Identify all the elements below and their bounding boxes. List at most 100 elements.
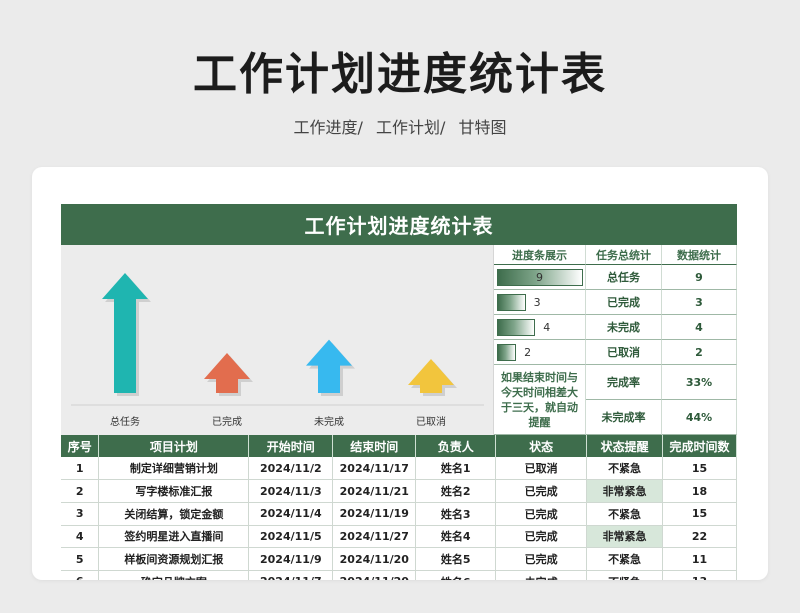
stats-value: 3 [662, 290, 737, 315]
cell-owner[interactable]: 姓名3 [415, 502, 497, 526]
cell-reminder[interactable]: 不紧急 [586, 547, 664, 571]
breadcrumb-item-gantt[interactable]: 甘特图 [458, 118, 506, 137]
cell-status[interactable]: 已完成 [495, 525, 588, 549]
page-title: 工作计划进度统计表 [193, 49, 607, 100]
cell-start-date[interactable]: 2024/11/4 [248, 502, 334, 526]
progress-bar [497, 318, 536, 336]
table-row[interactable]: 6确定品牌方案2024/11/72024/11/20姓名6未完成不紧急13 [61, 570, 737, 580]
column-header[interactable]: 结束时间 [332, 435, 417, 457]
stats-header: 数据统计 [662, 245, 737, 265]
stats-value: 2 [662, 340, 737, 365]
cell-status[interactable]: 已完成 [495, 479, 588, 503]
cell-end-date[interactable]: 2024/11/20 [332, 570, 417, 580]
chart-arrow-bar [204, 353, 250, 393]
cell-project[interactable]: 写字楼标准汇报 [98, 479, 250, 503]
cell-reminder[interactable]: 不紧急 [586, 457, 664, 481]
cell-start-date[interactable]: 2024/11/3 [248, 479, 334, 503]
cell-status[interactable]: 已完成 [495, 502, 588, 526]
stats-label: 已取消 [586, 340, 662, 365]
cell-index[interactable]: 1 [61, 457, 100, 481]
chart-category-label: 已完成 [212, 417, 242, 428]
stats-label: 未完成 [586, 315, 662, 340]
cell-start-date[interactable]: 2024/11/7 [248, 570, 334, 580]
cell-index[interactable]: 5 [61, 547, 100, 571]
cell-duration[interactable]: 22 [662, 525, 737, 549]
table-row[interactable]: 3 关闭结算，锁定金额 2024/11/4 2024/11/19 姓名3 已完成 不紧急 15 [61, 502, 737, 526]
cell-reminder[interactable]: 非常紧急 [586, 525, 664, 549]
cell-status[interactable]: 已取消 [495, 457, 588, 481]
column-header[interactable]: 状态 [495, 435, 588, 457]
cell-duration[interactable]: 15 [662, 502, 737, 526]
cell-duration[interactable]: 18 [662, 479, 737, 503]
stats-note-row: 如果结束时间与今天时间相差大于三天，就自动提醒 完成率 33% 未完成率 44% [494, 365, 737, 435]
cell-project[interactable]: 确定品牌方案 [98, 570, 250, 580]
cell-index[interactable]: 6 [61, 570, 100, 580]
stats-value: 9 [662, 265, 737, 290]
table-row[interactable]: 5 样板间资源规划汇报 2024/11/9 2024/11/20 姓名5 已完成 不紧急 11 [61, 547, 737, 571]
table-row[interactable]: 4 签约明星进入直播间 2024/11/5 2024/11/27 姓名4 已完成 非常紧急 2… [61, 525, 737, 549]
table-row[interactable]: 1 制定详细营销计划 2024/11/2 2024/11/17 姓名1 已取消 不紧急 15 [61, 457, 737, 481]
column-header[interactable]: 状态提醒 [586, 435, 664, 457]
cell-project[interactable]: 关闭结算，锁定金额 [98, 502, 250, 526]
progress-value: 3 [533, 295, 541, 309]
cell-index[interactable]: 4 [61, 525, 100, 549]
breadcrumb-item-progress[interactable]: 工作进度/ [293, 118, 362, 137]
rate-label: 未完成率 [586, 400, 662, 435]
chart-category-label: 未完成 [314, 417, 344, 428]
cell-project[interactable]: 样板间资源规划汇报 [98, 547, 250, 571]
progress-bar [497, 293, 526, 311]
breadcrumb-item-plan[interactable]: 工作计划/ [376, 118, 445, 137]
cell-owner[interactable]: 姓名2 [415, 479, 497, 503]
cell-start-date[interactable]: 2024/11/2 [248, 457, 334, 481]
cell-index[interactable]: 2 [61, 479, 100, 503]
cell-owner[interactable]: 姓名5 [415, 547, 497, 571]
sheet-title: 工作计划进度统计表 [61, 204, 737, 245]
table-body: 1 制定详细营销计划 2024/11/2 2024/11/17 姓名1 已取消 不紧急 15 2… [61, 457, 737, 580]
column-header[interactable]: 开始时间 [248, 435, 334, 457]
cell-reminder[interactable]: 非常紧急 [586, 479, 664, 503]
cell-start-date[interactable]: 2024/11/9 [248, 547, 334, 571]
cell-end-date[interactable]: 2024/11/17 [332, 457, 417, 481]
progress-bar-cell: 3 [494, 290, 586, 315]
cell-status[interactable]: 未完成 [495, 570, 588, 580]
cell-project[interactable]: 签约明星进入直播间 [98, 525, 250, 549]
cell-index[interactable]: 3 [61, 502, 100, 526]
cell-duration[interactable]: 11 [662, 547, 737, 571]
cell-end-date[interactable]: 2024/11/21 [332, 479, 417, 503]
progress-value: 2 [524, 345, 532, 359]
table-row[interactable]: 2 写字楼标准汇报 2024/11/3 2024/11/21 姓名2 已完成 非常紧急 18 [61, 479, 737, 503]
column-header[interactable]: 完成时间数 [662, 435, 737, 457]
breadcrumb: 工作进度/ 工作计划/ 甘特图 [0, 114, 800, 138]
progress-bar-cell: 4 [494, 315, 586, 340]
cell-owner[interactable]: 姓名6 [415, 570, 497, 580]
stats-label: 已完成 [586, 290, 662, 315]
cell-end-date[interactable]: 2024/11/20 [332, 547, 417, 571]
cell-project[interactable]: 制定详细营销计划 [98, 457, 250, 481]
cell-end-date[interactable]: 2024/11/27 [332, 525, 417, 549]
cell-status[interactable]: 已完成 [495, 547, 588, 571]
progress-value: 9 [536, 270, 543, 284]
stats-header-row: 进度条展示 任务总统计 数据统计 [494, 245, 737, 265]
task-table: 序号 项目计划 开始时间 结束时间 负责人 状态 状态提醒 完成时间数 1 制定详… [61, 435, 737, 580]
cell-reminder[interactable]: 不紧急 [586, 570, 664, 580]
progress-bar-cell: 2 [494, 340, 586, 365]
stats-header: 任务总统计 [586, 245, 662, 265]
progress-value: 4 [543, 320, 551, 334]
rate-value: 44% [662, 400, 737, 435]
column-header[interactable]: 负责人 [415, 435, 497, 457]
cell-duration[interactable]: 13 [662, 570, 737, 580]
cell-end-date[interactable]: 2024/11/19 [332, 502, 417, 526]
cell-reminder[interactable]: 不紧急 [586, 502, 664, 526]
column-header[interactable]: 项目计划 [98, 435, 250, 457]
chart-category-label: 已取消 [416, 417, 446, 428]
cell-start-date[interactable]: 2024/11/5 [248, 525, 334, 549]
progress-bar [497, 343, 517, 361]
chart-category-label: 总任务 [110, 417, 140, 428]
cell-owner[interactable]: 姓名4 [415, 525, 497, 549]
rate-value: 33% [662, 365, 737, 400]
cell-owner[interactable]: 姓名1 [415, 457, 497, 481]
column-header[interactable]: 序号 [61, 435, 100, 457]
reminder-note: 如果结束时间与今天时间相差大于三天，就自动提醒 [494, 365, 586, 435]
rate-label: 完成率 [586, 365, 662, 400]
cell-duration[interactable]: 15 [662, 457, 737, 481]
